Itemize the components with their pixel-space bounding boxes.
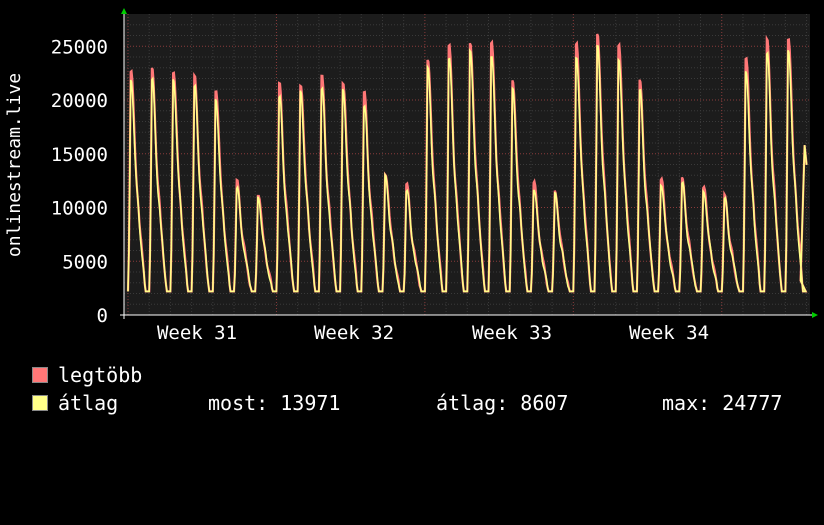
y-axis-label: onlinestream.live xyxy=(4,73,25,257)
y-tick-label: 20000 xyxy=(51,90,108,112)
y-tick-label: 10000 xyxy=(51,198,108,220)
x-axis-arrow xyxy=(812,312,818,318)
legend-max-swatch xyxy=(32,367,48,383)
x-tick-label: Week 32 xyxy=(314,322,394,344)
x-tick-label: Week 31 xyxy=(157,322,237,344)
legend-avg: átlag most: 13971 átlag: 8607 max: 24777 xyxy=(32,392,822,414)
y-tick-label: 25000 xyxy=(51,36,108,58)
legend-max: legtöbb xyxy=(32,364,142,386)
y-tick-label: 15000 xyxy=(51,144,108,166)
y-axis-arrow xyxy=(121,8,127,14)
y-tick-label: 5000 xyxy=(62,251,108,273)
legend-avg-label: átlag xyxy=(58,391,119,415)
x-axis-ticks: Week 31 Week 32 Week 33 Week 34 xyxy=(157,322,709,344)
y-tick-label: 0 xyxy=(97,305,108,327)
x-tick-label: Week 34 xyxy=(629,322,709,344)
stat-average: átlag: 8607 xyxy=(436,391,569,415)
legend-avg-swatch xyxy=(32,395,48,411)
stat-current: most: 13971 xyxy=(208,391,341,415)
y-axis-ticks: 0 5000 10000 15000 20000 25000 xyxy=(51,36,108,327)
stat-max: max: 24777 xyxy=(662,391,783,415)
x-tick-label: Week 33 xyxy=(472,322,552,344)
legend-max-label: legtöbb xyxy=(58,363,143,387)
